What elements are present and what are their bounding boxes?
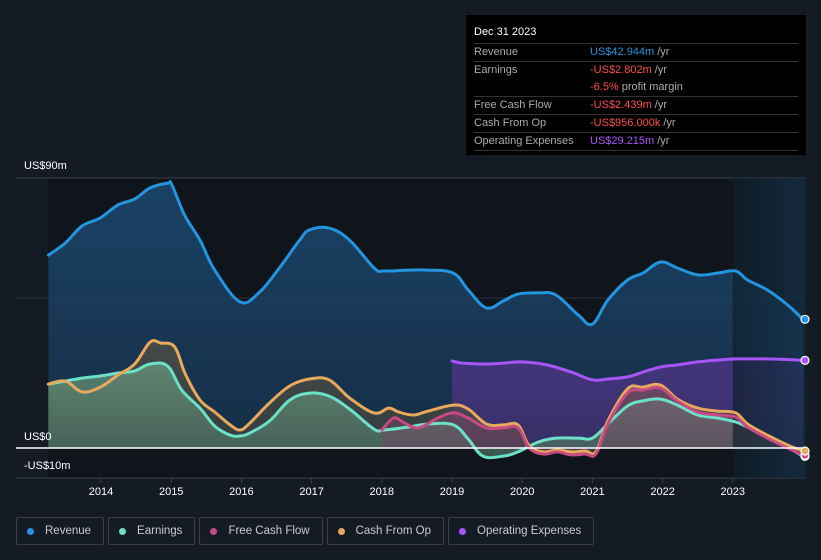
tooltip-row-value: -6.5% (590, 81, 619, 93)
tooltip-row-unit: profit margin (621, 81, 683, 93)
cash-from-op-end-marker[interactable] (800, 446, 810, 456)
tooltip-row-label: Cash From Op (474, 117, 547, 129)
operating-expenses-end-marker[interactable] (800, 355, 810, 365)
y-tick-label-max: US$90m (24, 160, 67, 172)
legend-label: Revenue (45, 525, 92, 537)
tooltip-row-unit: /yr (657, 135, 670, 147)
legend-dot-icon (119, 527, 127, 535)
tooltip-row-label (474, 79, 590, 96)
tooltip-row: Revenue US$42.944m/yr (474, 44, 798, 62)
tooltip-row-value: US$42.944m (590, 46, 655, 58)
tooltip-row-label: Operating Expenses (474, 135, 574, 147)
tooltip-row: Operating Expenses US$29.215m/yr (474, 133, 798, 151)
forecast-region (732, 178, 805, 478)
legend-item-operating-expenses[interactable]: Operating Expenses (448, 517, 595, 545)
tooltip-row-label: Earnings (474, 64, 518, 76)
x-tick-label: 2015 (159, 486, 183, 498)
x-tick-label: 2021 (580, 486, 604, 498)
legend-dot-icon (459, 527, 467, 535)
tooltip-row-unit: /yr (654, 64, 667, 76)
legend-item-earnings[interactable]: Earnings (108, 517, 196, 545)
tooltip-row-unit: /yr (654, 99, 667, 111)
tooltip-row-value: -US$2.439m (590, 99, 652, 111)
x-tick-label: 2018 (370, 486, 394, 498)
x-tick-label: 2017 (299, 486, 323, 498)
tooltip-row-unit: /yr (657, 46, 670, 58)
y-tick-label-zero: US$0 (24, 431, 52, 443)
tooltip-panel: Dec 31 2023 Revenue US$42.944m/yr Earnings… (466, 15, 806, 155)
x-tick-label: 2020 (510, 486, 534, 498)
legend-item-cash-from-op[interactable]: Cash From Op (326, 517, 445, 545)
tooltip-row-label: Revenue (474, 46, 519, 58)
y-tick-label-min: -US$10m (24, 460, 71, 472)
tooltip-row-label: Free Cash Flow (474, 99, 552, 111)
x-tick-label: 2019 (440, 486, 464, 498)
x-tick-label: 2016 (229, 486, 253, 498)
x-axis: 2014 2015 2016 2017 2018 2019 2020 2021 2022 2023 (89, 478, 745, 498)
tooltip-row: Earnings -US$2.802m/yr (474, 62, 798, 79)
tooltip-row-value: -US$2.802m (590, 64, 652, 76)
revenue-end-marker[interactable] (800, 314, 810, 324)
legend-label: Free Cash Flow (228, 525, 310, 537)
x-tick-label: 2022 (650, 486, 674, 498)
tooltip-date: Dec 31 2023 (474, 23, 798, 44)
legend-label: Cash From Op (355, 525, 432, 537)
legend-item-revenue[interactable]: Revenue (16, 517, 105, 545)
x-tick-label: 2023 (721, 486, 745, 498)
legend-label: Operating Expenses (477, 525, 582, 537)
tooltip-row: Free Cash Flow -US$2.439m/yr (474, 97, 798, 115)
tooltip-row-value: -US$956.000k (590, 117, 661, 129)
x-tick-label: 2014 (89, 486, 113, 498)
legend-dot-icon (210, 527, 218, 535)
legend: Revenue Earnings Free Cash Flow Cash From O… (16, 517, 595, 545)
tooltip-row: Cash From Op -US$956.000k/yr (474, 115, 798, 133)
legend-item-free-cash-flow[interactable]: Free Cash Flow (199, 517, 323, 545)
legend-dot-icon (27, 527, 34, 535)
legend-label: Earnings (137, 525, 183, 537)
tooltip-row: -6.5% profit margin (474, 79, 798, 97)
tooltip-row-value: US$29.215m (590, 135, 655, 147)
legend-dot-icon (337, 527, 345, 535)
tooltip-row-unit: /yr (663, 117, 676, 129)
